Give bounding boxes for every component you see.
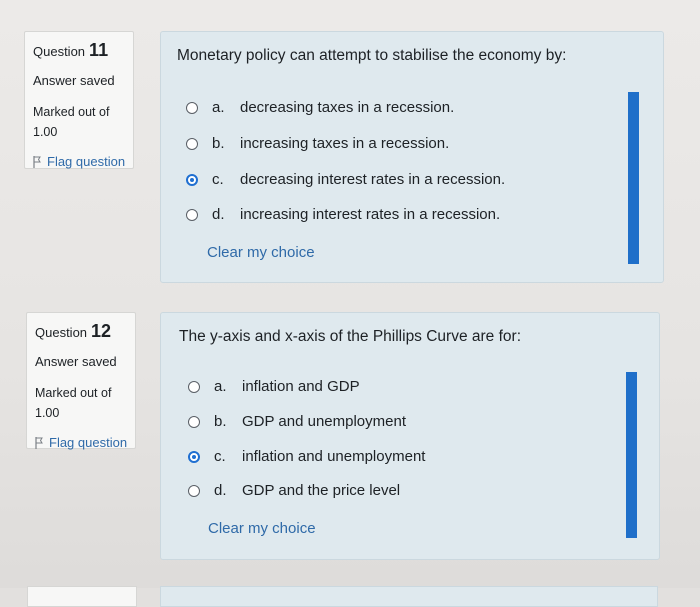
question-text: Monetary policy can attempt to stabilise… bbox=[177, 47, 567, 64]
question-info-11: Question 11 Answer saved Marked out of 1.… bbox=[24, 31, 134, 169]
question-grade: Marked out of 1.00 bbox=[35, 386, 112, 420]
option-label: decreasing interest rates in a recession… bbox=[240, 171, 506, 188]
radio-button-selected[interactable] bbox=[188, 450, 200, 463]
option-label: decreasing taxes in a recession. bbox=[240, 99, 455, 116]
option-label: increasing taxes in a recession. bbox=[240, 135, 450, 152]
option-label: GDP and the price level bbox=[242, 482, 401, 499]
option-label: inflation and GDP bbox=[242, 378, 360, 395]
clear-choice-link[interactable]: Clear my choice bbox=[208, 520, 316, 537]
radio-button-selected[interactable] bbox=[186, 173, 198, 186]
answer-option-d[interactable]: d. GDP and the price level bbox=[188, 482, 400, 499]
radio-button[interactable] bbox=[188, 380, 200, 393]
answer-option-a[interactable]: a. inflation and GDP bbox=[188, 378, 360, 395]
answer-option-b[interactable]: b. GDP and unemployment bbox=[188, 413, 406, 430]
flag-question-link[interactable]: Flag question bbox=[33, 154, 127, 169]
radio-button[interactable] bbox=[188, 484, 200, 497]
answer-option-a[interactable]: a. decreasing taxes in a recession. bbox=[186, 99, 454, 116]
option-label: increasing interest rates in a recession… bbox=[240, 206, 501, 223]
flag-icon bbox=[33, 155, 41, 168]
radio-button[interactable] bbox=[186, 137, 198, 150]
answer-indicator-bar bbox=[628, 92, 639, 264]
question-number: Question 12 bbox=[35, 321, 112, 341]
question-info-12: Question 12 Answer saved Marked out of 1.… bbox=[26, 312, 136, 450]
option-label: GDP and unemployment bbox=[242, 413, 406, 430]
answer-option-d[interactable]: d. increasing interest rates in a recess… bbox=[186, 206, 500, 223]
radio-button[interactable] bbox=[186, 101, 198, 114]
next-question-content-stub bbox=[160, 586, 658, 607]
question-grade: Marked out of 1.00 bbox=[33, 105, 110, 139]
next-question-info-stub bbox=[27, 586, 137, 607]
question-state: Answer saved bbox=[33, 73, 115, 88]
radio-button[interactable] bbox=[186, 208, 198, 221]
answer-indicator-bar bbox=[626, 372, 637, 538]
question-number: Question 11 bbox=[33, 40, 109, 60]
question-text: The y-axis and x-axis of the Phillips Cu… bbox=[179, 328, 521, 345]
radio-button[interactable] bbox=[188, 415, 200, 428]
option-label: inflation and unemployment bbox=[242, 448, 426, 465]
flag-question-link[interactable]: Flag question bbox=[35, 435, 129, 450]
flag-icon bbox=[35, 436, 43, 449]
clear-choice-link[interactable]: Clear my choice bbox=[207, 244, 315, 261]
answer-option-c[interactable]: c. decreasing interest rates in a recess… bbox=[186, 171, 505, 188]
answer-option-b[interactable]: b. increasing taxes in a recession. bbox=[186, 135, 449, 152]
answer-option-c[interactable]: c. inflation and unemployment bbox=[188, 448, 425, 465]
question-state: Answer saved bbox=[35, 354, 117, 369]
